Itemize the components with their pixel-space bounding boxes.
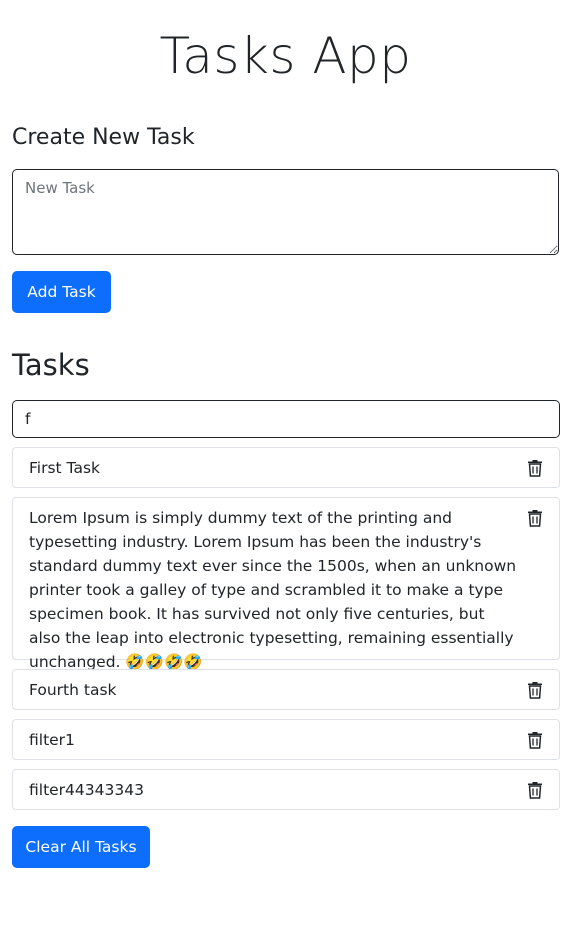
- trash-icon[interactable]: [527, 459, 545, 477]
- new-task-input[interactable]: [12, 169, 559, 255]
- task-text: First Task: [29, 459, 100, 477]
- list-item: filter1: [12, 719, 560, 760]
- filter-input[interactable]: [12, 400, 560, 438]
- list-item: First Task: [12, 447, 560, 488]
- task-text: Lorem Ipsum is simply dummy text of the …: [29, 506, 519, 674]
- page-title: Tasks App: [159, 27, 412, 85]
- trash-icon[interactable]: [527, 681, 545, 699]
- list-item: Fourth task: [12, 669, 560, 710]
- task-text: filter1: [29, 731, 75, 749]
- trash-icon[interactable]: [527, 509, 545, 527]
- add-task-button[interactable]: Add Task: [12, 271, 111, 313]
- list-item: filter44343343: [12, 769, 560, 810]
- clear-all-tasks-button[interactable]: Clear All Tasks: [12, 826, 150, 868]
- list-item: Lorem Ipsum is simply dummy text of the …: [12, 497, 560, 671]
- tasks-heading: Tasks: [12, 348, 90, 382]
- trash-icon[interactable]: [527, 781, 545, 799]
- tasks-app: Tasks App Create New Task Add Task Tasks…: [0, 0, 571, 947]
- task-text-body: Lorem Ipsum is simply dummy text of the …: [29, 509, 517, 671]
- task-list: First Task Lorem Ipsum is simply dummy t…: [12, 447, 560, 810]
- create-task-heading: Create New Task: [12, 125, 195, 150]
- task-text: Fourth task: [29, 681, 117, 699]
- trash-icon[interactable]: [527, 731, 545, 749]
- task-text: filter44343343: [29, 781, 144, 799]
